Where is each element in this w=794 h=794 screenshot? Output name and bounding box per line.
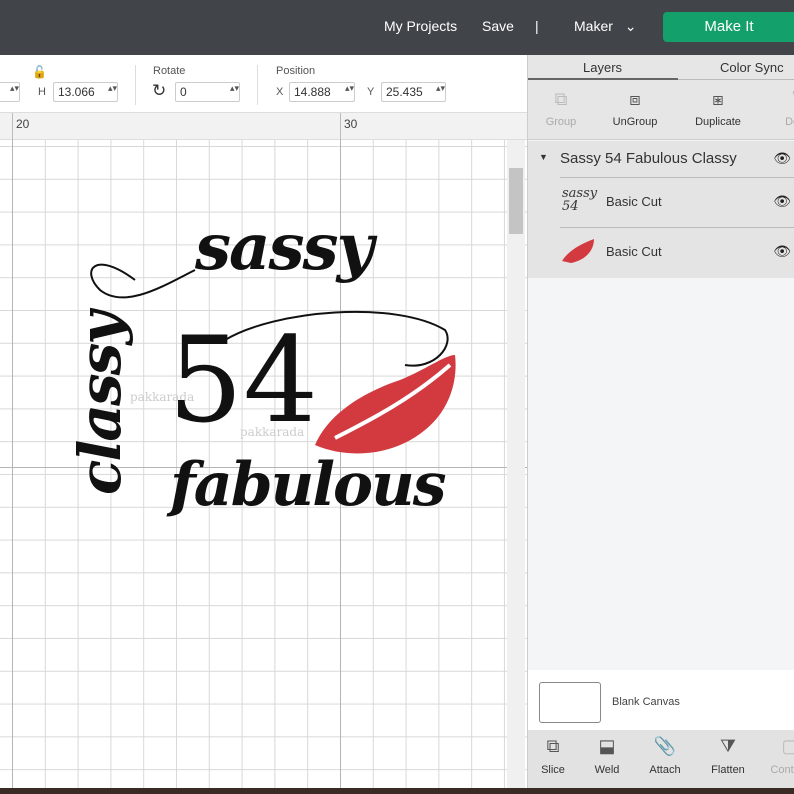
ruler-tick: 30 [344,117,358,131]
design-group[interactable]: pakkarada pakkarada sassy 54 fabulous cl… [0,140,507,790]
weld-label: Weld [594,764,620,776]
scrollbar-thumb[interactable] [509,168,523,234]
layer-row[interactable]: Basic Cut 👁 [528,228,794,278]
design-canvas[interactable]: pakkarada pakkarada sassy 54 fabulous cl… [0,140,527,790]
paperclip-icon: 📎 [653,736,677,756]
blank-canvas-row[interactable]: Blank Canvas [528,670,794,730]
text-design-thumbnail: sassy 54 [562,186,598,214]
eye-icon[interactable]: 👁 [773,193,791,210]
blank-canvas-swatch[interactable] [539,682,601,723]
tab-layers[interactable]: Layers [583,60,622,75]
caret-down-icon[interactable]: ▼ [539,152,548,162]
eye-icon[interactable]: 👁 [773,150,791,167]
height-value: 13.066 [58,85,95,99]
word-sassy: sassy [195,210,374,285]
height-field[interactable]: 13.066 ▴▾ [53,82,118,102]
make-it-button[interactable]: Make It [663,12,794,42]
vertical-scrollbar[interactable] [507,140,525,790]
group-button[interactable]: ⧉ Group [526,86,596,128]
duplicate-label: Duplicate [695,116,741,128]
my-projects-link[interactable]: My Projects [384,18,457,34]
chevron-down-icon: ⌄ [624,18,637,34]
duplicate-icon: ⧆ [712,89,724,109]
flatten-button[interactable]: ⧩ Flatten [698,736,758,776]
lips-thumbnail [562,239,594,263]
ruler-tick: 20 [16,117,30,131]
rotate-label: Rotate [153,65,186,77]
divider [135,65,136,105]
machine-label: Maker [574,18,613,34]
window-bottom-edge [0,788,794,794]
layer-group-row[interactable]: ▼ Sassy 54 Fabulous Classy 👁 [528,141,794,177]
word-fabulous: fabulous [170,450,446,520]
group-name: Sassy 54 Fabulous Classy [560,150,737,167]
save-button[interactable]: Save [482,18,514,34]
delete-button[interactable]: 🗑Delete [766,86,794,128]
number-54: 54 [168,311,319,449]
slice-button[interactable]: ⧉ Slice [523,736,583,776]
word-classy: classy [66,313,134,495]
h-label: H [38,86,46,98]
machine-select[interactable]: Maker ⌄ [574,18,637,35]
attach-label: Attach [649,764,681,776]
ungroup-label: UnGroup [612,116,658,128]
group-icon: ⧉ [554,89,568,109]
layer-row[interactable]: sassy 54 Basic Cut 👁 [528,178,794,228]
rotate-field[interactable]: 0 ▴▾ [175,82,240,102]
blank-canvas-label: Blank Canvas [612,696,680,708]
eye-icon[interactable]: 👁 [773,243,791,260]
lock-icon[interactable]: 🔓 [32,65,47,79]
flatten-label: Flatten [711,764,745,776]
contour-button[interactable]: ▢ Contour [760,736,794,776]
x-label: X [276,86,284,98]
weld-button[interactable]: ⬓ Weld [577,736,637,776]
width-field[interactable]: ▴▾ [0,82,20,102]
bottom-actions: ⧉ Slice ⬓ Weld 📎 Attach ⧩ Flatten ▢ Contour [528,730,794,794]
y-value: 25.435 [386,85,423,99]
attach-button[interactable]: 📎 Attach [635,736,695,776]
slice-icon: ⧉ [546,736,560,756]
ungroup-button[interactable]: ⧈ UnGroup [600,86,670,128]
layer-label: Basic Cut [606,194,662,209]
position-label: Position [276,65,316,77]
group-label: Group [545,116,577,128]
rotate-value: 0 [180,85,187,99]
divider [257,65,258,105]
duplicate-button[interactable]: ⧆ Duplicate [683,86,753,128]
x-value: 14.888 [294,85,331,99]
y-field[interactable]: 25.435 ▴▾ [381,82,446,102]
trash-icon: 🗑 [766,86,794,116]
contour-icon: ▢ [781,736,794,756]
layers-panel: Layers Color Sync ⧉ Group ⧈ UnGroup ⧆ Dupli… [527,55,794,794]
delete-label: Delete [785,116,794,128]
layer-label: Basic Cut [606,244,662,259]
layer-list: ▼ Sassy 54 Fabulous Classy 👁 sassy 54 Bas… [528,141,794,278]
tab-color-sync[interactable]: Color Sync [720,60,784,75]
layers-icon: ⧩ [719,736,737,756]
edit-toolbar: ▴▾ 🔓 H 13.066 ▴▾ Rotate ↻ 0 ▴▾ Position X … [0,55,527,113]
lips-graphic [315,355,456,454]
slice-label: Slice [541,764,565,776]
weld-icon: ⬓ [598,736,616,756]
x-field[interactable]: 14.888 ▴▾ [289,82,355,102]
top-bar: My Projects Save | Maker ⌄ Make It [0,0,794,55]
horizontal-ruler: 20 30 [0,113,527,140]
contour-label: Contour [770,764,794,776]
divider: | [535,18,539,34]
rotate-icon: ↻ [152,81,167,100]
ungroup-icon: ⧈ [629,89,641,109]
y-label: Y [367,86,375,98]
